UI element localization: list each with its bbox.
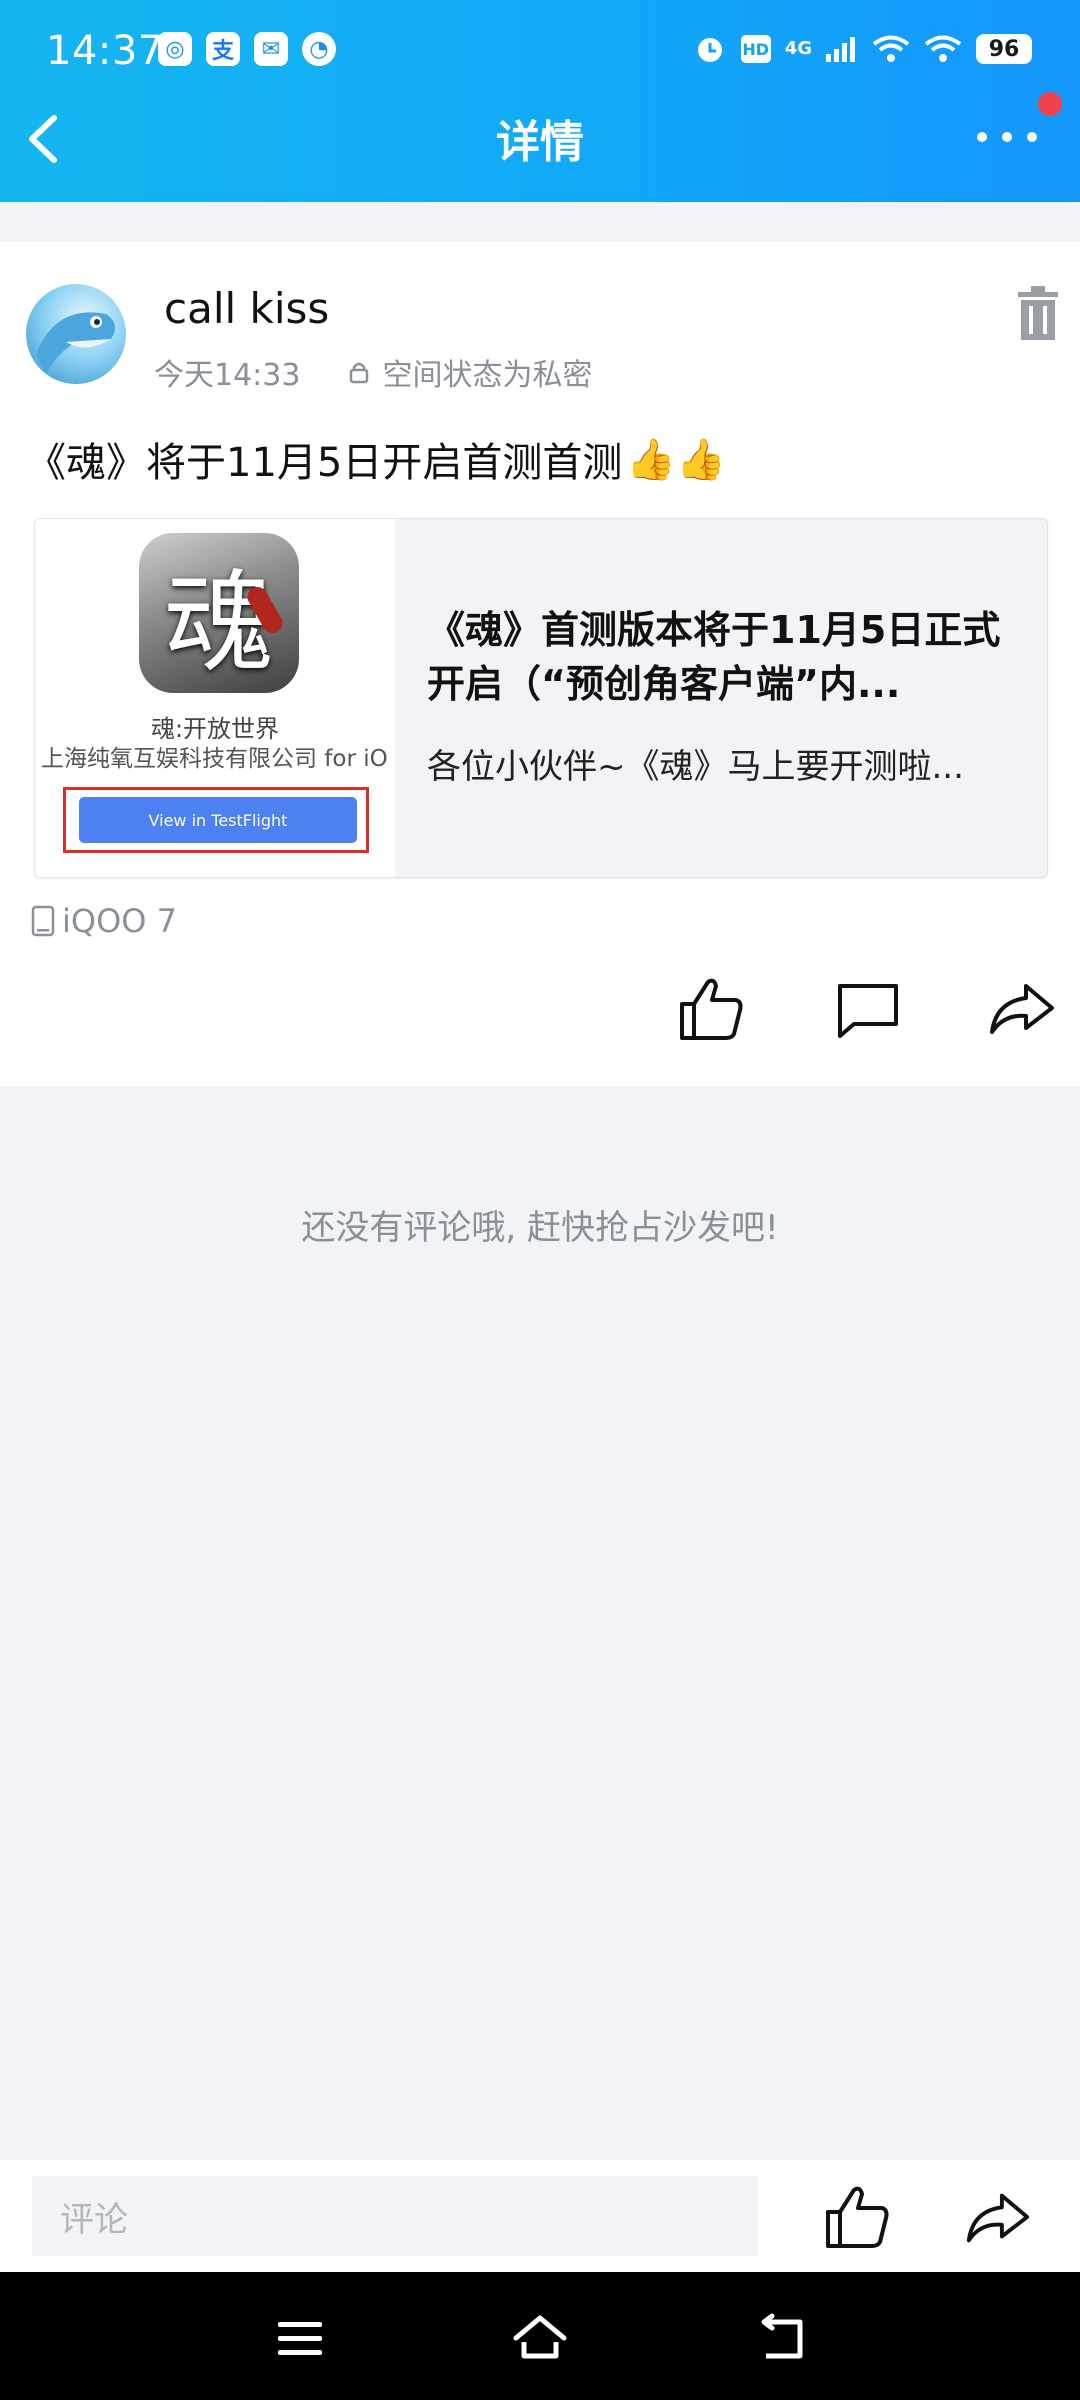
author-name[interactable]: call kiss — [164, 284, 329, 333]
bottom-like-button[interactable] — [822, 2180, 894, 2252]
device-info: iQOO 7 — [30, 902, 177, 940]
back-arrow-icon — [761, 2313, 803, 2359]
post-actions — [0, 972, 1080, 1052]
shared-link-card[interactable]: 魂 魂:开放世界 上海纯氧互娱科技有限公司 for iO View in Tes… — [34, 518, 1048, 878]
bottom-share-button[interactable] — [960, 2182, 1036, 2252]
comment-input[interactable]: 评论 — [32, 2176, 758, 2256]
comment-button[interactable] — [832, 972, 904, 1044]
trash-icon — [1018, 286, 1058, 340]
status-time: 14:37 — [46, 28, 164, 74]
wifi-icon — [872, 35, 910, 63]
comment-icon — [838, 984, 898, 1038]
hd-badge: HD — [740, 35, 771, 63]
alarm-icon — [693, 32, 727, 66]
notification-dot — [1038, 92, 1062, 116]
dolphin-avatar-icon — [36, 312, 115, 374]
phone-icon — [31, 905, 55, 937]
system-nav-bar — [0, 2272, 1080, 2400]
thumbs-up-icon — [680, 978, 743, 1040]
more-dots-icon — [977, 132, 1037, 142]
more-button[interactable] — [972, 112, 1042, 162]
status-app-icons: ◎ 支 ✉ ◔ — [158, 32, 336, 66]
mail-icon: ✉ — [254, 32, 288, 66]
thumbs-up-icon — [826, 2186, 889, 2248]
like-button[interactable] — [676, 972, 748, 1044]
share-button[interactable] — [986, 972, 1058, 1044]
speedometer-icon: ◔ — [302, 32, 336, 66]
post-time: 今天14:33 — [154, 358, 301, 393]
app-icon: 魂 — [139, 533, 299, 693]
qq-browser-icon: ◎ — [158, 32, 192, 66]
post-meta: 今天14:33 空间状态为私密 — [154, 350, 592, 394]
empty-comments-message: 还没有评论哦, 赶快抢占沙发吧! — [301, 1208, 779, 1248]
menu-icon — [278, 2322, 322, 2355]
share-arrow-icon — [990, 984, 1054, 1034]
thumbs-up-emoji: 👍👍 — [626, 436, 726, 483]
post-text: 《魂》将于11月5日开启首测首测 👍👍 — [26, 430, 726, 488]
link-description: 各位小伙伴~《魂》马上要开测啦... — [427, 747, 964, 787]
avatar[interactable] — [26, 284, 126, 384]
home-icon — [513, 2315, 567, 2359]
device-name: iQOO 7 — [62, 902, 177, 940]
page-title: 详情 — [496, 117, 584, 168]
share-arrow-icon — [966, 2193, 1030, 2243]
battery-level: 96 — [976, 34, 1032, 64]
link-title: 《魂》首测版本将于11月5日正式开启（“预创角客户端”内... — [427, 608, 1001, 706]
link-thumbnail: 魂 魂:开放世界 上海纯氧互娱科技有限公司 for iO View in Tes… — [35, 519, 395, 877]
post-card: call kiss 今天14:33 空间状态为私密 《魂》将于11月5日开启首测… — [0, 242, 1080, 1086]
app-company: 上海纯氧互娱科技有限公司 for iO — [41, 746, 388, 772]
home-button[interactable] — [510, 2308, 570, 2368]
alipay-icon: 支 — [206, 32, 240, 66]
privacy-label: 空间状态为私密 — [382, 358, 593, 393]
signal-icon — [826, 36, 858, 62]
menu-button[interactable] — [270, 2308, 330, 2368]
wifi-icon-2 — [924, 35, 962, 63]
post-text-body: 《魂》将于11月5日开启首测首测 — [26, 440, 623, 486]
delete-button[interactable] — [1016, 286, 1060, 340]
comment-bar: 评论 — [0, 2160, 1080, 2272]
top-bar: 14:37 ◎ 支 ✉ ◔ HD 4G 96 详情 — [0, 0, 1080, 202]
testflight-button: View in TestFlight — [79, 797, 357, 843]
network-type: 4G — [784, 38, 812, 59]
lock-icon — [350, 362, 369, 384]
back-system-button[interactable] — [752, 2308, 812, 2368]
status-indicators: HD 4G 96 — [693, 32, 1032, 66]
